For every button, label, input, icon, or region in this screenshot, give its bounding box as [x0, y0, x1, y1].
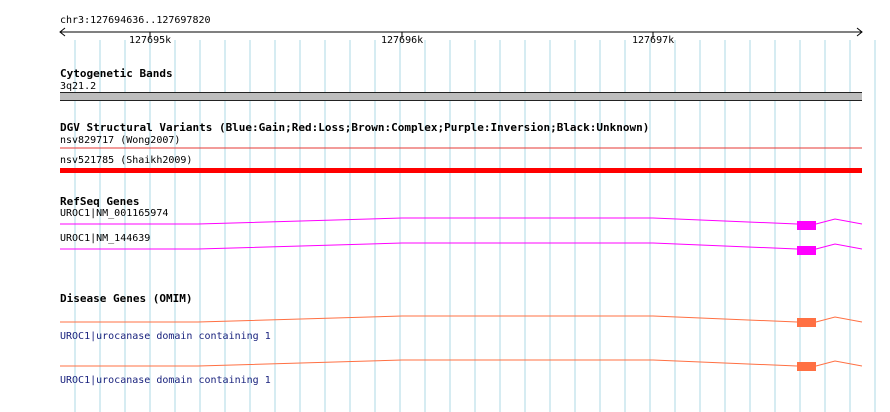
- feature-label[interactable]: UROC1|urocanase domain containing 1: [60, 331, 271, 343]
- omim-gene-feature[interactable]: [0, 357, 890, 375]
- dgv-variant-feature[interactable]: [0, 145, 890, 151]
- dgv-variant-feature[interactable]: [0, 166, 890, 176]
- track-title-cytobands: Cytogenetic Bands: [60, 67, 173, 80]
- ruler-tick-label: 127696k: [381, 35, 424, 46]
- track-title-omim: Disease Genes (OMIM): [60, 292, 193, 305]
- track-title-refseq: RefSeq Genes: [60, 195, 140, 208]
- ruler-tick-label: 127695k: [129, 35, 172, 46]
- feature-label[interactable]: UROC1|urocanase domain containing 1: [60, 375, 271, 387]
- cytoband-bar[interactable]: [60, 92, 862, 101]
- ruler-tick-label: 127697k: [632, 35, 675, 46]
- track-title-dgv: DGV Structural Variants (Blue:Gain;Red:L…: [60, 121, 650, 134]
- omim-gene-feature[interactable]: [0, 313, 890, 331]
- genome-browser-view: chr3:127694636..127697820 127695k 127696…: [0, 0, 890, 412]
- refseq-transcript-feature[interactable]: [0, 240, 890, 260]
- refseq-transcript-feature[interactable]: [0, 215, 890, 235]
